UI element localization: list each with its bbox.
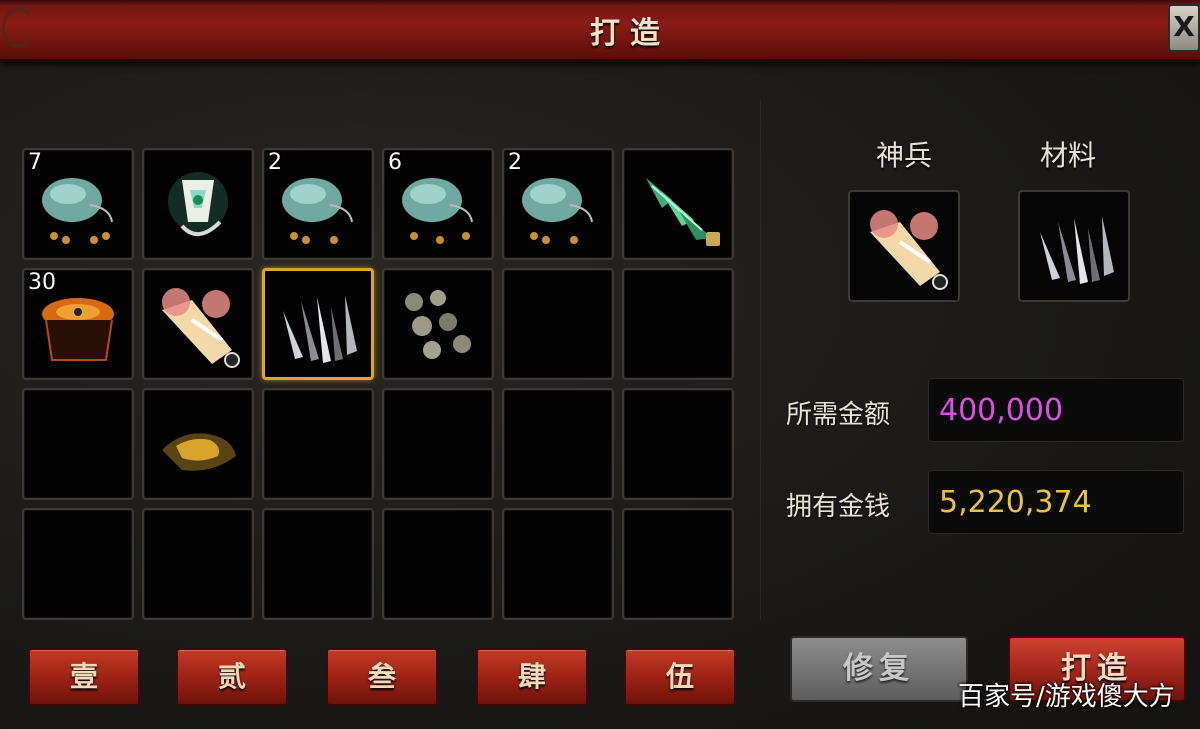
- item-count: 2: [508, 150, 522, 175]
- inventory-slot[interactable]: [382, 268, 494, 380]
- jade-crystal-icon: [646, 178, 720, 246]
- material-slot[interactable]: [1018, 190, 1130, 302]
- inventory-slot[interactable]: 7: [22, 148, 134, 260]
- gold-ore-icon: [162, 433, 236, 471]
- title-bar: 打造: [0, 0, 1200, 62]
- inventory-slot[interactable]: [142, 388, 254, 500]
- tab-4[interactable]: 肆: [476, 648, 588, 706]
- tab-1[interactable]: 壹: [28, 648, 140, 706]
- iron-crystal-icon: [1040, 216, 1114, 284]
- inventory-slot[interactable]: [142, 268, 254, 380]
- inventory-slot[interactable]: 2: [262, 148, 374, 260]
- pouch-icon: [282, 178, 353, 244]
- item-count: 7: [28, 150, 42, 175]
- item-count: 6: [388, 150, 402, 175]
- timer-icon: [224, 352, 240, 368]
- required-gold-label: 所需金额: [786, 400, 891, 430]
- watermark: 百家号/游戏傻大方: [958, 682, 1175, 712]
- window-title: 打造: [590, 16, 670, 51]
- repair-button[interactable]: 修复: [790, 636, 968, 702]
- tab-2[interactable]: 贰: [176, 648, 288, 706]
- weapon-label: 神兵: [876, 139, 933, 172]
- pouch-icon: [522, 178, 593, 244]
- pouch-icon: [402, 178, 473, 244]
- divine-weapon-icon: [870, 210, 948, 290]
- weapon-slot[interactable]: [848, 190, 960, 302]
- inventory-slot[interactable]: [622, 388, 734, 500]
- lock-icon: [706, 232, 720, 246]
- item-count: 2: [268, 150, 282, 175]
- inventory-slot[interactable]: [622, 268, 734, 380]
- inventory-slot[interactable]: [22, 388, 134, 500]
- inventory-slot[interactable]: [502, 388, 614, 500]
- inventory-grid: 7 2 6 2 30: [22, 148, 738, 626]
- inventory-slot[interactable]: [622, 508, 734, 620]
- owned-gold-value: 5,220,374: [928, 470, 1184, 534]
- inventory-slot[interactable]: [382, 508, 494, 620]
- inventory-slot[interactable]: 30: [22, 268, 134, 380]
- close-button[interactable]: X: [1168, 4, 1200, 52]
- forge-window: 打造 X 7 2 6 2 30 神兵 材料 所需金额 400,000 拥有金钱 …: [0, 0, 1200, 729]
- owned-gold-label: 拥有金钱: [786, 492, 891, 522]
- item-count: 30: [28, 270, 56, 295]
- inventory-slot[interactable]: [142, 508, 254, 620]
- tab-5[interactable]: 伍: [624, 648, 736, 706]
- inventory-slot[interactable]: [382, 388, 494, 500]
- inventory-slot[interactable]: [502, 508, 614, 620]
- inventory-slot[interactable]: [262, 508, 374, 620]
- inventory-slot[interactable]: [262, 388, 374, 500]
- inventory-slot[interactable]: [142, 148, 254, 260]
- pouch-icon: [42, 178, 113, 244]
- material-label: 材料: [1040, 139, 1097, 172]
- inventory-slot[interactable]: 2: [502, 148, 614, 260]
- ore-pebbles-icon: [405, 290, 471, 359]
- iron-crystal-icon: [283, 295, 357, 363]
- glowing-amulet-icon: [168, 172, 228, 236]
- inventory-slot[interactable]: [622, 148, 734, 260]
- divine-weapon-icon: [162, 288, 240, 368]
- tab-3[interactable]: 叁: [326, 648, 438, 706]
- panel-divider: [760, 100, 761, 620]
- inventory-slot[interactable]: [502, 268, 614, 380]
- required-gold-value: 400,000: [928, 378, 1184, 442]
- inventory-slot[interactable]: 6: [382, 148, 494, 260]
- inventory-slot-selected[interactable]: [262, 268, 374, 380]
- inventory-slot[interactable]: [22, 508, 134, 620]
